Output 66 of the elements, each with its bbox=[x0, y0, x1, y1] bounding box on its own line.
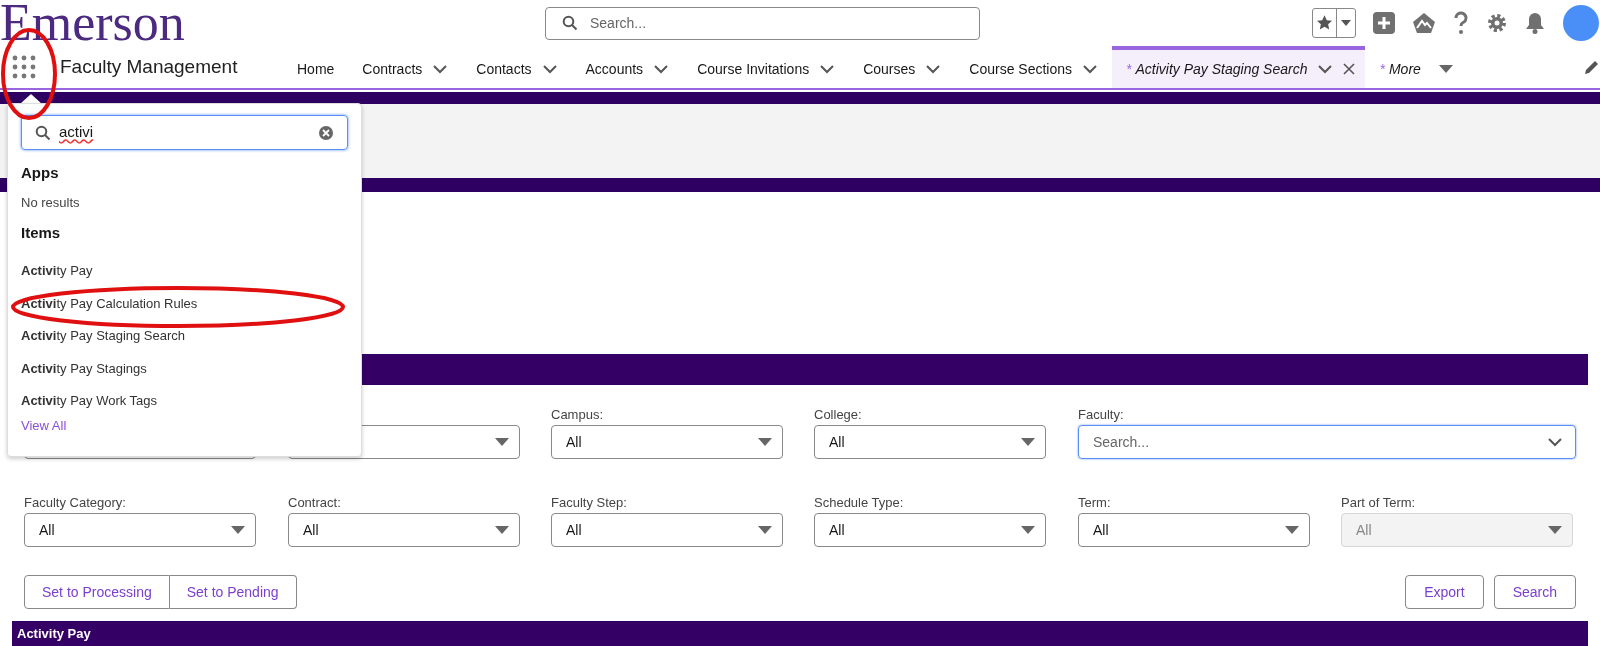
caret-icon bbox=[758, 526, 772, 534]
mountain-icon bbox=[1412, 12, 1436, 34]
nav-tab[interactable]: Courses bbox=[849, 46, 956, 88]
help-icon bbox=[1453, 11, 1469, 35]
favorites-button[interactable] bbox=[1312, 8, 1356, 38]
search-field[interactable]: activi bbox=[21, 115, 348, 150]
logo: Emerson bbox=[0, 0, 185, 46]
field-label: Faculty Step: bbox=[551, 494, 628, 512]
results-title: Activity Pay bbox=[17, 626, 91, 641]
field-label: Contract: bbox=[288, 494, 342, 512]
result-item[interactable]: Activity Pay Stagings bbox=[21, 349, 348, 382]
search-icon bbox=[562, 15, 578, 31]
field-label: Term: bbox=[1078, 494, 1112, 512]
nav-tab[interactable]: Course Sections bbox=[955, 46, 1113, 88]
app-name: Faculty Management bbox=[60, 54, 238, 79]
select-field[interactable]: All bbox=[551, 425, 783, 459]
field-label: Faculty Category: bbox=[24, 494, 127, 512]
caret-icon bbox=[495, 438, 509, 446]
nav-tab[interactable]: Accounts bbox=[571, 46, 684, 88]
caret-icon bbox=[1021, 438, 1035, 446]
nav-tab[interactable]: * Activity Pay Staging Search bbox=[1112, 46, 1366, 88]
action-button[interactable]: Export bbox=[1405, 575, 1484, 609]
caret-icon bbox=[1341, 20, 1351, 26]
result-item[interactable]: Activity Pay Work Tags bbox=[21, 382, 348, 415]
select-field[interactable]: All bbox=[1078, 513, 1310, 547]
app-launcher-icon[interactable] bbox=[12, 55, 36, 79]
select-field[interactable]: All bbox=[814, 513, 1046, 547]
empty-message: No results bbox=[21, 194, 81, 212]
section-heading: Apps bbox=[21, 163, 60, 183]
field-label: Campus: bbox=[551, 406, 605, 424]
status-button[interactable]: Set to Processing bbox=[24, 575, 170, 609]
search-field[interactable]: Search... bbox=[1078, 425, 1576, 459]
caret-icon bbox=[1548, 526, 1562, 534]
settings-icon bbox=[1486, 12, 1508, 34]
bell-icon bbox=[1525, 12, 1545, 34]
caret-icon bbox=[495, 526, 509, 534]
caret-icon bbox=[758, 438, 772, 446]
field-label: College: bbox=[814, 406, 863, 424]
clear-icon bbox=[318, 124, 334, 141]
search-field[interactable]: Search... bbox=[545, 6, 980, 40]
caret-icon bbox=[231, 526, 245, 534]
nav-tab[interactable]: Contracts bbox=[348, 46, 463, 88]
field-label: Schedule Type: bbox=[814, 494, 905, 512]
result-item[interactable]: Activity Pay bbox=[21, 252, 348, 285]
nav-tab[interactable]: * More bbox=[1365, 46, 1467, 88]
caret-icon bbox=[1021, 526, 1035, 534]
nav-tab[interactable]: Home bbox=[283, 46, 349, 88]
action-button[interactable]: Search bbox=[1493, 575, 1576, 609]
select-field[interactable]: All bbox=[551, 513, 783, 547]
status-button[interactable]: Set to Pending bbox=[169, 575, 297, 609]
section-heading: Items bbox=[21, 223, 62, 243]
nav-tab[interactable]: Course Invitations bbox=[683, 46, 850, 88]
nav-tab[interactable]: Contacts bbox=[462, 46, 572, 88]
field-label: Faculty: bbox=[1078, 406, 1125, 424]
select-field[interactable]: All bbox=[288, 513, 520, 547]
select-field[interactable]: All bbox=[24, 513, 256, 547]
view-all-link[interactable]: View All bbox=[21, 415, 67, 435]
avatar-circle bbox=[1562, 4, 1600, 42]
select-field[interactable]: All bbox=[814, 425, 1046, 459]
caret-icon bbox=[1285, 526, 1299, 534]
result-item[interactable]: Activity Pay Staging Search bbox=[21, 317, 348, 350]
search-icon bbox=[35, 124, 51, 141]
chevron-down-icon bbox=[1547, 437, 1563, 447]
pencil-icon bbox=[1584, 59, 1600, 75]
plus-icon bbox=[1373, 12, 1395, 34]
field-label: Part of Term: bbox=[1341, 494, 1417, 512]
